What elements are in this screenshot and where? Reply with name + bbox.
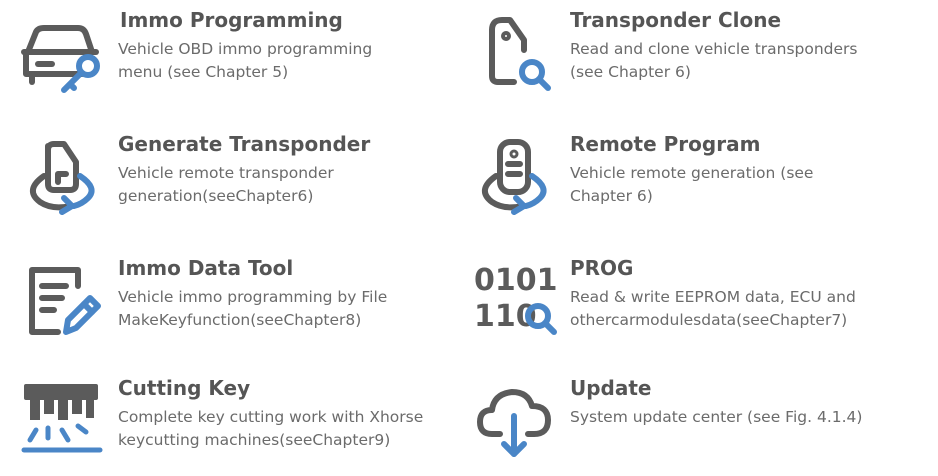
item-description: Vehicle remote transponder generation(se…: [118, 162, 458, 208]
item-description: System update center (see Fig. 4.1.4): [570, 406, 910, 429]
item-title: Cutting Key: [118, 376, 251, 400]
menu-item-immo-programming[interactable]: Immo Programming Vehicle OBD immo progra…: [18, 8, 458, 108]
item-description-line: menu (see Chapter 5): [118, 63, 289, 81]
item-description-line: Chapter 6): [570, 187, 653, 205]
item-description-line: Read & write EEPROM data, ECU and: [570, 288, 856, 306]
item-description: Vehicle OBD immo programming menu (see C…: [118, 38, 458, 84]
item-title: Generate Transponder: [118, 132, 371, 156]
item-title: Update: [570, 376, 652, 400]
item-description-line: Complete key cutting work with Xhorse: [118, 408, 424, 426]
item-title: Remote Program: [570, 132, 761, 156]
transponder-search-icon: [470, 8, 560, 98]
item-description: Read & write EEPROM data, ECU and otherc…: [570, 286, 910, 332]
item-description-line: Vehicle immo programming by File: [118, 288, 388, 306]
item-title: PROG: [570, 256, 634, 280]
remote-cycle-icon: [470, 132, 560, 222]
item-title: Transponder Clone: [570, 8, 782, 32]
item-description-line: MakeKeyfunction(seeChapter8): [118, 311, 362, 329]
transponder-cycle-icon: [18, 132, 108, 222]
menu-item-immo-data-tool[interactable]: Immo Data Tool Vehicle immo programming …: [18, 256, 458, 356]
document-edit-icon: [18, 256, 108, 346]
item-description: Complete key cutting work with Xhorse ke…: [118, 406, 458, 452]
item-description-line: (see Chapter 6): [570, 63, 691, 81]
item-description-line: Vehicle remote transponder: [118, 164, 334, 182]
item-description-line: keycutting machines(seeChapter9): [118, 431, 391, 449]
item-description: Vehicle immo programming by File MakeKey…: [118, 286, 458, 332]
item-description-line: Read and clone vehicle transponders: [570, 40, 858, 58]
menu-item-update[interactable]: Update System update center (see Fig. 4.…: [470, 376, 910, 476]
item-description-line: System update center (see Fig. 4.1.4): [570, 408, 863, 426]
item-description-line: generation(seeChapter6): [118, 187, 314, 205]
item-title: Immo Programming: [120, 8, 343, 32]
car-key-icon: [18, 8, 108, 98]
key-cutter-icon: [18, 376, 108, 466]
item-title: Immo Data Tool: [118, 256, 294, 280]
menu-item-generate-transponder[interactable]: Generate Transponder Vehicle remote tran…: [18, 132, 458, 232]
menu-item-remote-program[interactable]: Remote Program Vehicle remote generation…: [470, 132, 910, 232]
menu-item-transponder-clone[interactable]: Transponder Clone Read and clone vehicle…: [470, 8, 910, 108]
binary-search-icon: 0101 110: [470, 256, 560, 346]
cloud-download-icon: [470, 376, 560, 466]
menu-item-prog[interactable]: 0101 110 PROG Read & write EEPROM data, …: [470, 256, 910, 356]
binary-text-top: 0101: [474, 263, 558, 298]
item-description-line: Vehicle remote generation (see: [570, 164, 814, 182]
item-description-line: Vehicle OBD immo programming: [118, 40, 373, 58]
menu-item-cutting-key[interactable]: Cutting Key Complete key cutting work wi…: [18, 376, 458, 476]
item-description-line: othercarmodulesdata(seeChapter7): [570, 311, 848, 329]
item-description: Vehicle remote generation (see Chapter 6…: [570, 162, 910, 208]
item-description: Read and clone vehicle transponders (see…: [570, 38, 910, 84]
